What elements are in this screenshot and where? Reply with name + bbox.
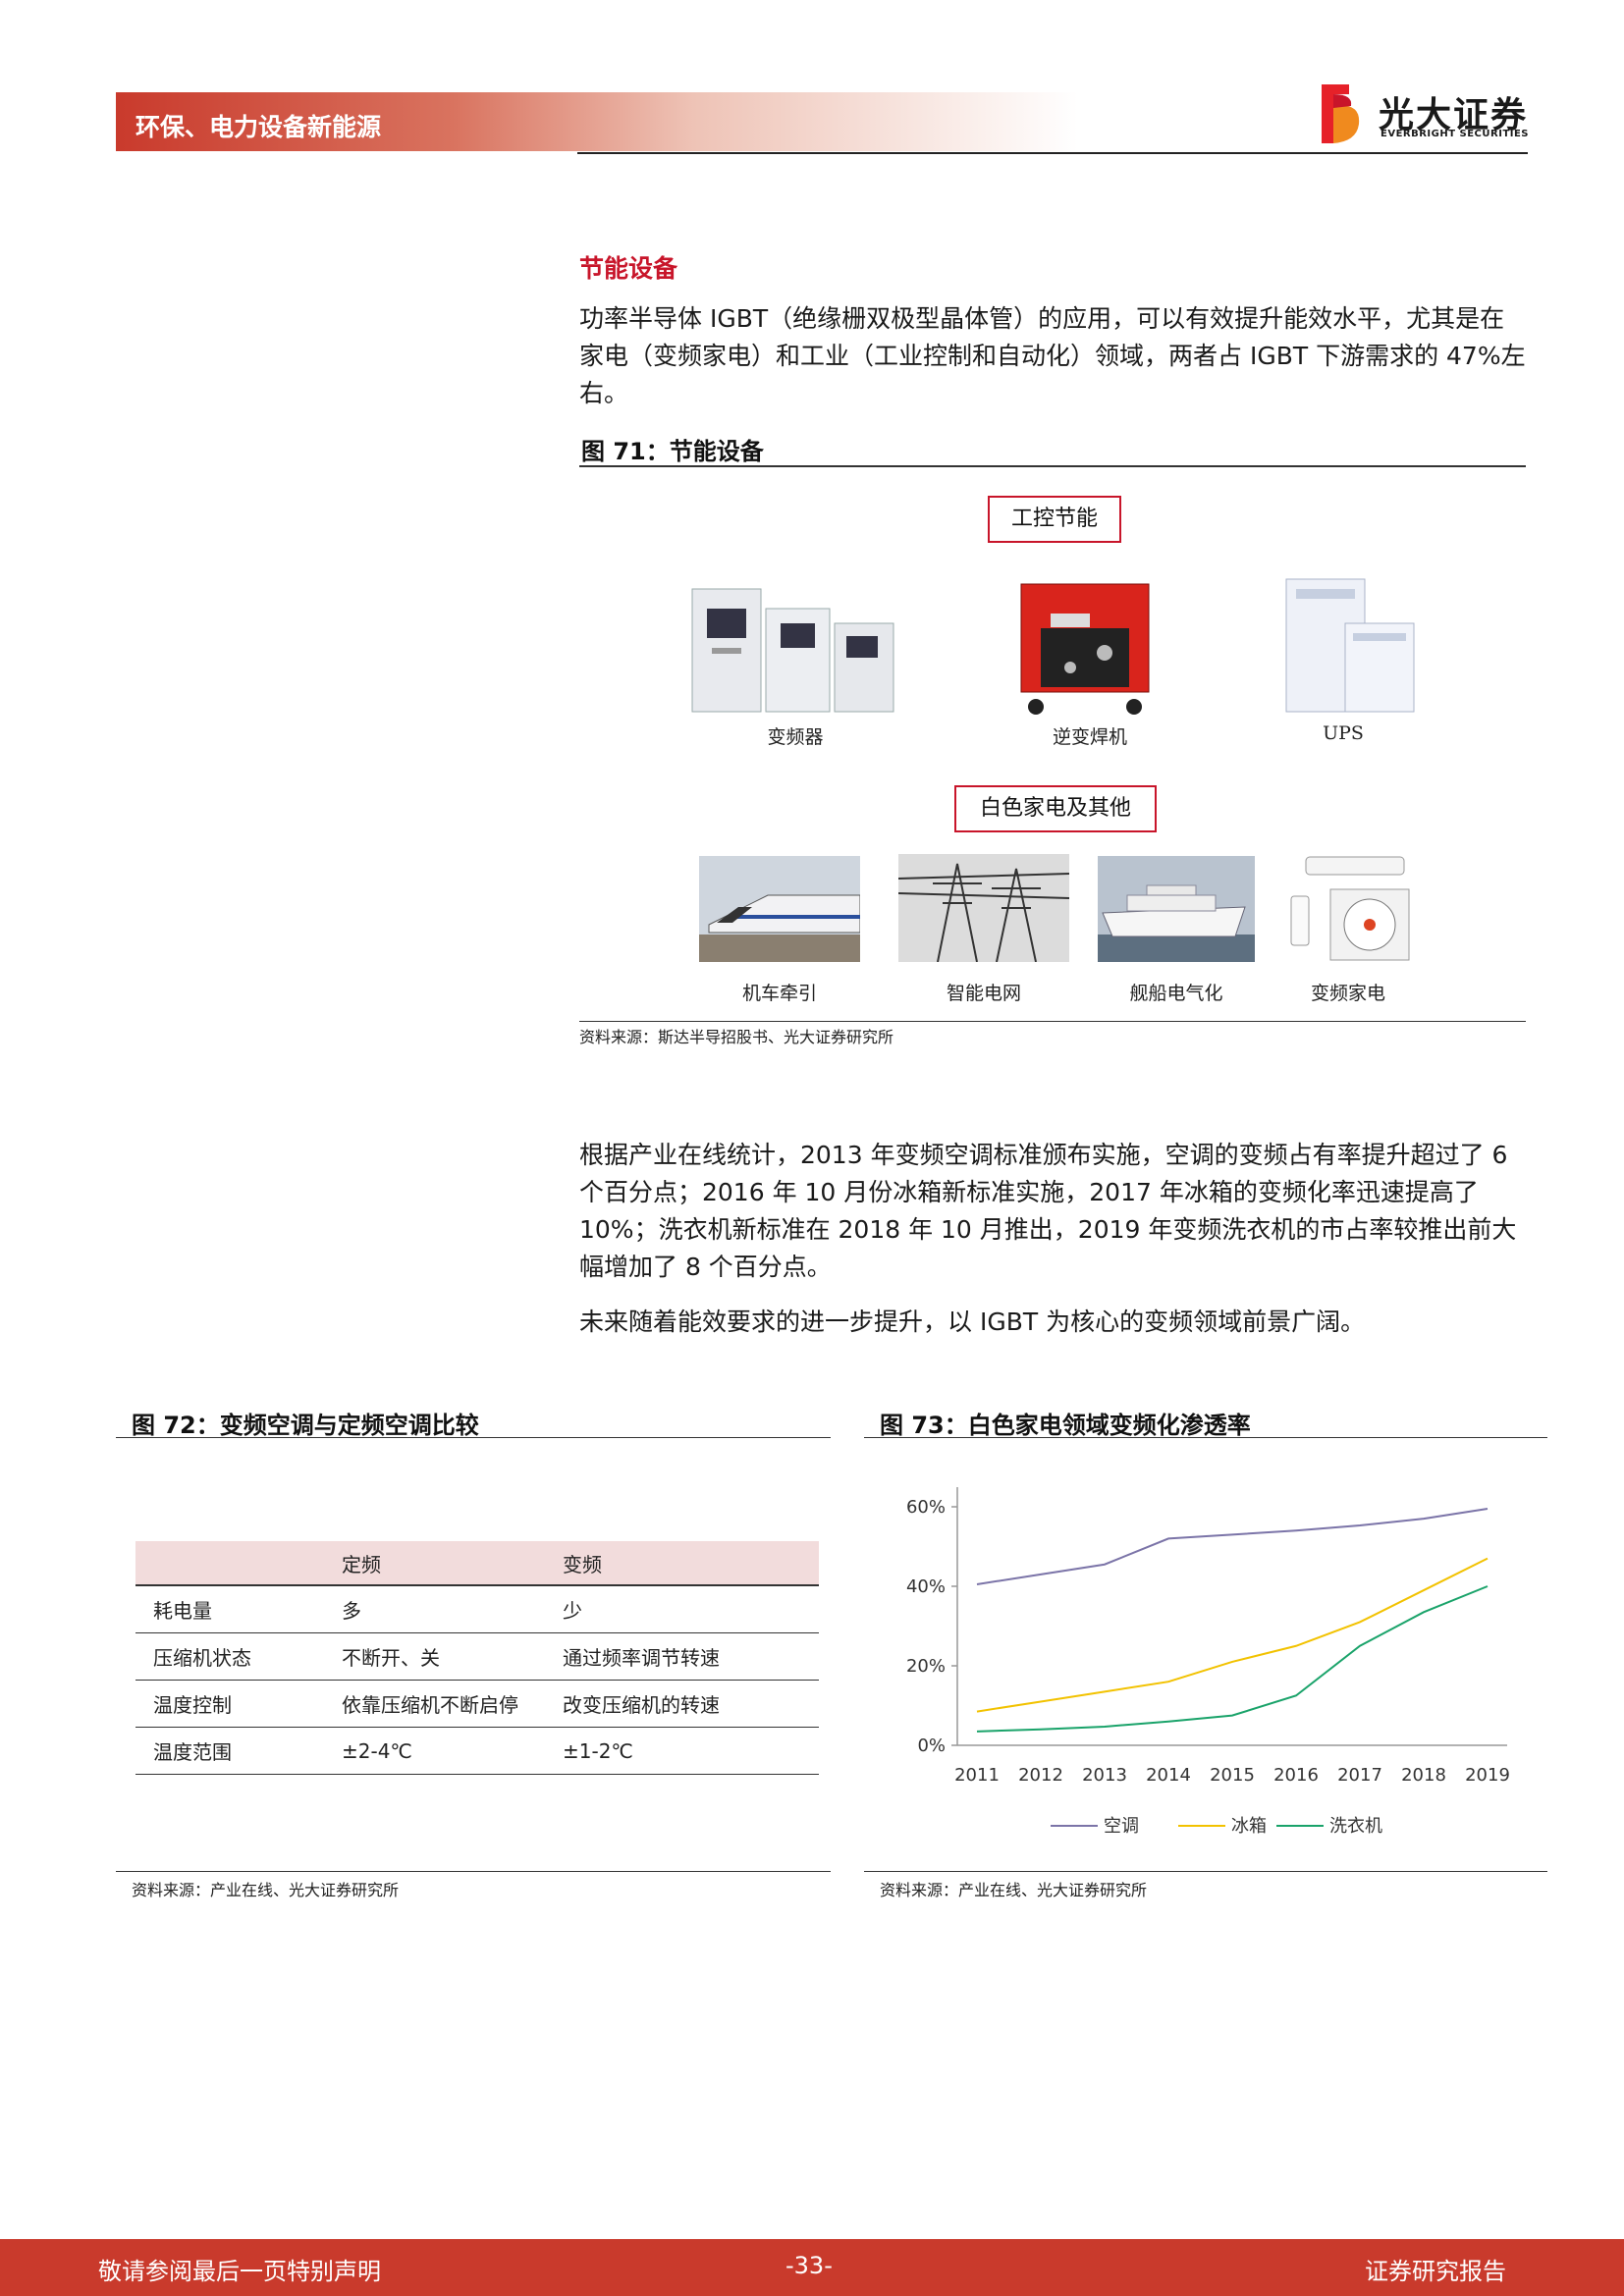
table-cell: 通过频率调节转速 [562,1632,819,1681]
label-ship: 舰船电气化 [1129,983,1223,1004]
figure-71-top-rule [579,465,1526,467]
y-tick-label: 20% [906,1656,946,1677]
table-header-row: 定频 变频 [135,1541,819,1586]
x-tick-label: 2011 [954,1765,1000,1786]
section-heading: 节能设备 [579,254,678,283]
x-tick-label: 2013 [1082,1765,1127,1786]
header-section-title: 环保、电力设备新能源 [135,113,382,141]
ship-image [1098,856,1255,962]
label-inverter: 变频器 [767,726,824,748]
figure-72-top-rule [116,1437,831,1438]
x-tick-label: 2015 [1210,1765,1255,1786]
table-cell: 多 [341,1585,562,1633]
label-inverter-appliance: 变频家电 [1310,983,1385,1004]
table-cell: 少 [562,1585,819,1633]
smart-grid-image [898,854,1069,962]
table-cell: 温度控制 [135,1680,341,1728]
paragraph-statistics: 根据产业在线统计，2013 年变频空调标准颁布实施，空调的变频占有率提升超过了 … [579,1141,1517,1281]
x-tick-label: 2017 [1337,1765,1382,1786]
inverter-welder-image [1020,583,1150,715]
footer-report-type: 证券研究报告 [1365,2258,1506,2285]
table-header-cell [135,1541,341,1586]
inverter-image [691,588,894,713]
header-rule [577,152,1528,154]
figure-72-bottom-rule [116,1871,831,1872]
table-row: 温度范围 ±2-4℃ ±1-2℃ [135,1727,819,1775]
footer-disclaimer: 敬请参阅最后一页特别声明 [98,2258,381,2285]
label-locomotive: 机车牵引 [741,983,817,1004]
figure-71-bottom-rule [579,1021,1526,1022]
figure-72-source: 资料来源：产业在线、光大证券研究所 [132,1881,400,1899]
figure-73-title: 图 73：白色家电领域变频化渗透率 [880,1412,1251,1439]
table-header-cell: 变频 [562,1541,819,1586]
table-cell: 依靠压缩机不断启停 [341,1680,562,1728]
locomotive-image [699,856,860,962]
legend-label: 空调 [1104,1816,1139,1837]
paragraph-outlook: 未来随着能效要求的进一步提升，以 IGBT 为核心的变频领域前景广阔。 [579,1308,1366,1336]
x-tick-label: 2012 [1018,1765,1063,1786]
everbright-logo-icon [1322,84,1360,143]
figure-71-title: 图 71：节能设备 [581,438,764,465]
figure-73-top-rule [864,1437,1547,1438]
figure-73-source: 资料来源：产业在线、光大证券研究所 [880,1881,1148,1899]
table-row: 压缩机状态 不断开、关 通过频率调节转速 [135,1632,819,1681]
legend-label: 洗衣机 [1329,1816,1382,1837]
table-cell: 温度范围 [135,1727,341,1775]
x-tick-label: 2019 [1465,1765,1510,1786]
table-header-cell: 定频 [341,1541,562,1586]
series-line-2 [976,1557,1489,1713]
inverter-appliance-image [1290,856,1410,961]
x-tick-label: 2016 [1273,1765,1319,1786]
penetration-line-chart: 0% 20% 40% 60% 2011 2012 2013 2014 2015 2016 2017 2… [906,1487,1510,1837]
table-cell: 压缩机状态 [135,1632,341,1681]
figure-73-bottom-rule [864,1871,1547,1872]
y-tick-label: 40% [906,1576,946,1597]
y-tick-label: 0% [917,1735,946,1756]
legend-label: 冰箱 [1231,1816,1267,1837]
y-tick-label: 60% [906,1497,946,1518]
page-number: -33- [785,2252,833,2279]
table-cell: ±2-4℃ [341,1727,562,1775]
table-row: 温度控制 依靠压缩机不断启停 改变压缩机的转速 [135,1680,819,1728]
table-cell: 改变压缩机的转速 [562,1680,819,1728]
label-inverter-welder: 逆变焊机 [1052,726,1127,748]
x-tick-label: 2018 [1401,1765,1446,1786]
series-line-3 [976,1585,1489,1733]
table-row: 耗电量 多 少 [135,1585,819,1633]
category-white-goods: 白色家电及其他 [954,785,1157,832]
series-line-1 [976,1508,1489,1585]
label-smart-grid: 智能电网 [946,983,1021,1004]
logo-text-en: EVERBRIGHT SECURITIES [1380,129,1530,139]
ups-image [1285,578,1415,713]
paragraph-igbt: 功率半导体 IGBT（绝缘栅双极型晶体管）的应用，可以有效提升能效水平，尤其是在… [579,304,1526,407]
figure-71-source: 资料来源：斯达半导招股书、光大证券研究所 [579,1028,894,1046]
ac-comparison-table: 定频 变频 耗电量 多 少 压缩机状态 不断开、关 通过频率调节转速 温度控制 … [135,1541,819,1775]
figure-72-title: 图 72：变频空调与定频空调比较 [132,1412,479,1439]
x-tick-label: 2014 [1146,1765,1191,1786]
table-cell: 耗电量 [135,1585,341,1633]
table-cell: ±1-2℃ [562,1727,819,1775]
category-industrial-control: 工控节能 [988,496,1121,543]
table-cell: 不断开、关 [341,1632,562,1681]
label-ups: UPS [1323,722,1364,744]
